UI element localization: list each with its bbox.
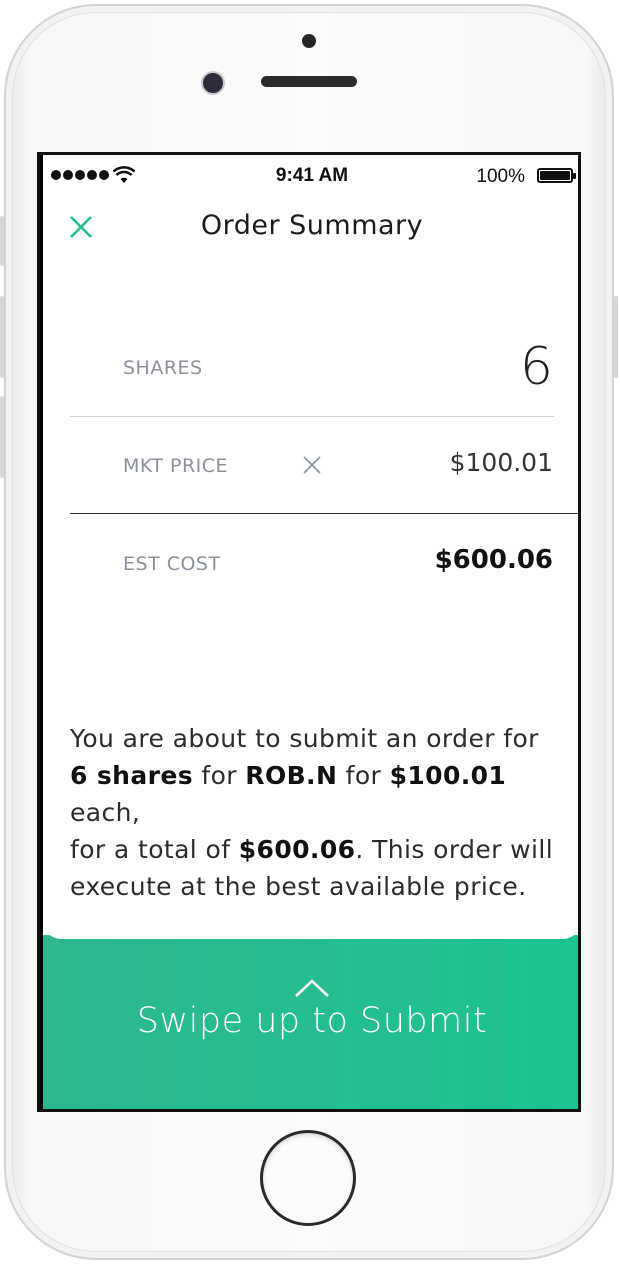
volume-switch: [0, 216, 4, 266]
mkt-price-value: $100.01: [449, 448, 553, 477]
earpiece-speaker: [261, 76, 357, 87]
description-total-suffix: . This order will: [355, 835, 554, 864]
description-line-4: execute at the best available price.: [70, 872, 527, 901]
description-for: for: [193, 761, 246, 790]
shares-label: SHARES: [123, 357, 203, 379]
description-line-1: You are about to submit an order for: [70, 724, 539, 753]
home-button[interactable]: [260, 1130, 356, 1226]
description-total: $600.06: [238, 835, 356, 864]
description-ticker: ROB.N: [245, 761, 338, 790]
front-camera: [201, 71, 225, 95]
description-shares: 6 shares: [70, 761, 194, 790]
battery-icon: [537, 168, 576, 183]
description-price: $100.01: [389, 761, 507, 790]
mkt-price-label: MKT PRICE: [123, 455, 229, 477]
est-cost-value: $600.06: [434, 545, 553, 575]
price-divider: [70, 513, 578, 514]
swipe-submit-panel[interactable]: Swipe up to Submit: [43, 915, 578, 1109]
status-bar: 9:41 AM 100%: [43, 155, 578, 195]
shares-value[interactable]: 6: [520, 337, 553, 397]
description-each: each,: [70, 798, 141, 827]
volume-down-button: [0, 396, 4, 478]
phone-screen: 9:41 AM 100% Order Summary SHARES 6 MKT …: [37, 152, 581, 1112]
proximity-sensor: [302, 34, 316, 48]
chevron-up-icon: [295, 979, 329, 997]
power-button: [614, 296, 618, 378]
volume-up-button: [0, 296, 4, 378]
swipe-submit-label: Swipe up to Submit: [136, 1001, 488, 1041]
description-for-2: for: [337, 761, 390, 790]
order-description: You are about to submit an order for 6 s…: [70, 720, 570, 905]
battery-percentage: 100%: [476, 166, 525, 187]
est-cost-label: EST COST: [123, 553, 221, 575]
shares-divider: [70, 416, 554, 417]
clear-price-icon[interactable]: [302, 455, 322, 475]
page-title: Order Summary: [200, 210, 424, 241]
order-summary-screen: 9:41 AM 100% Order Summary SHARES 6 MKT …: [43, 155, 578, 1109]
description-total-prefix: for a total of: [70, 835, 239, 864]
